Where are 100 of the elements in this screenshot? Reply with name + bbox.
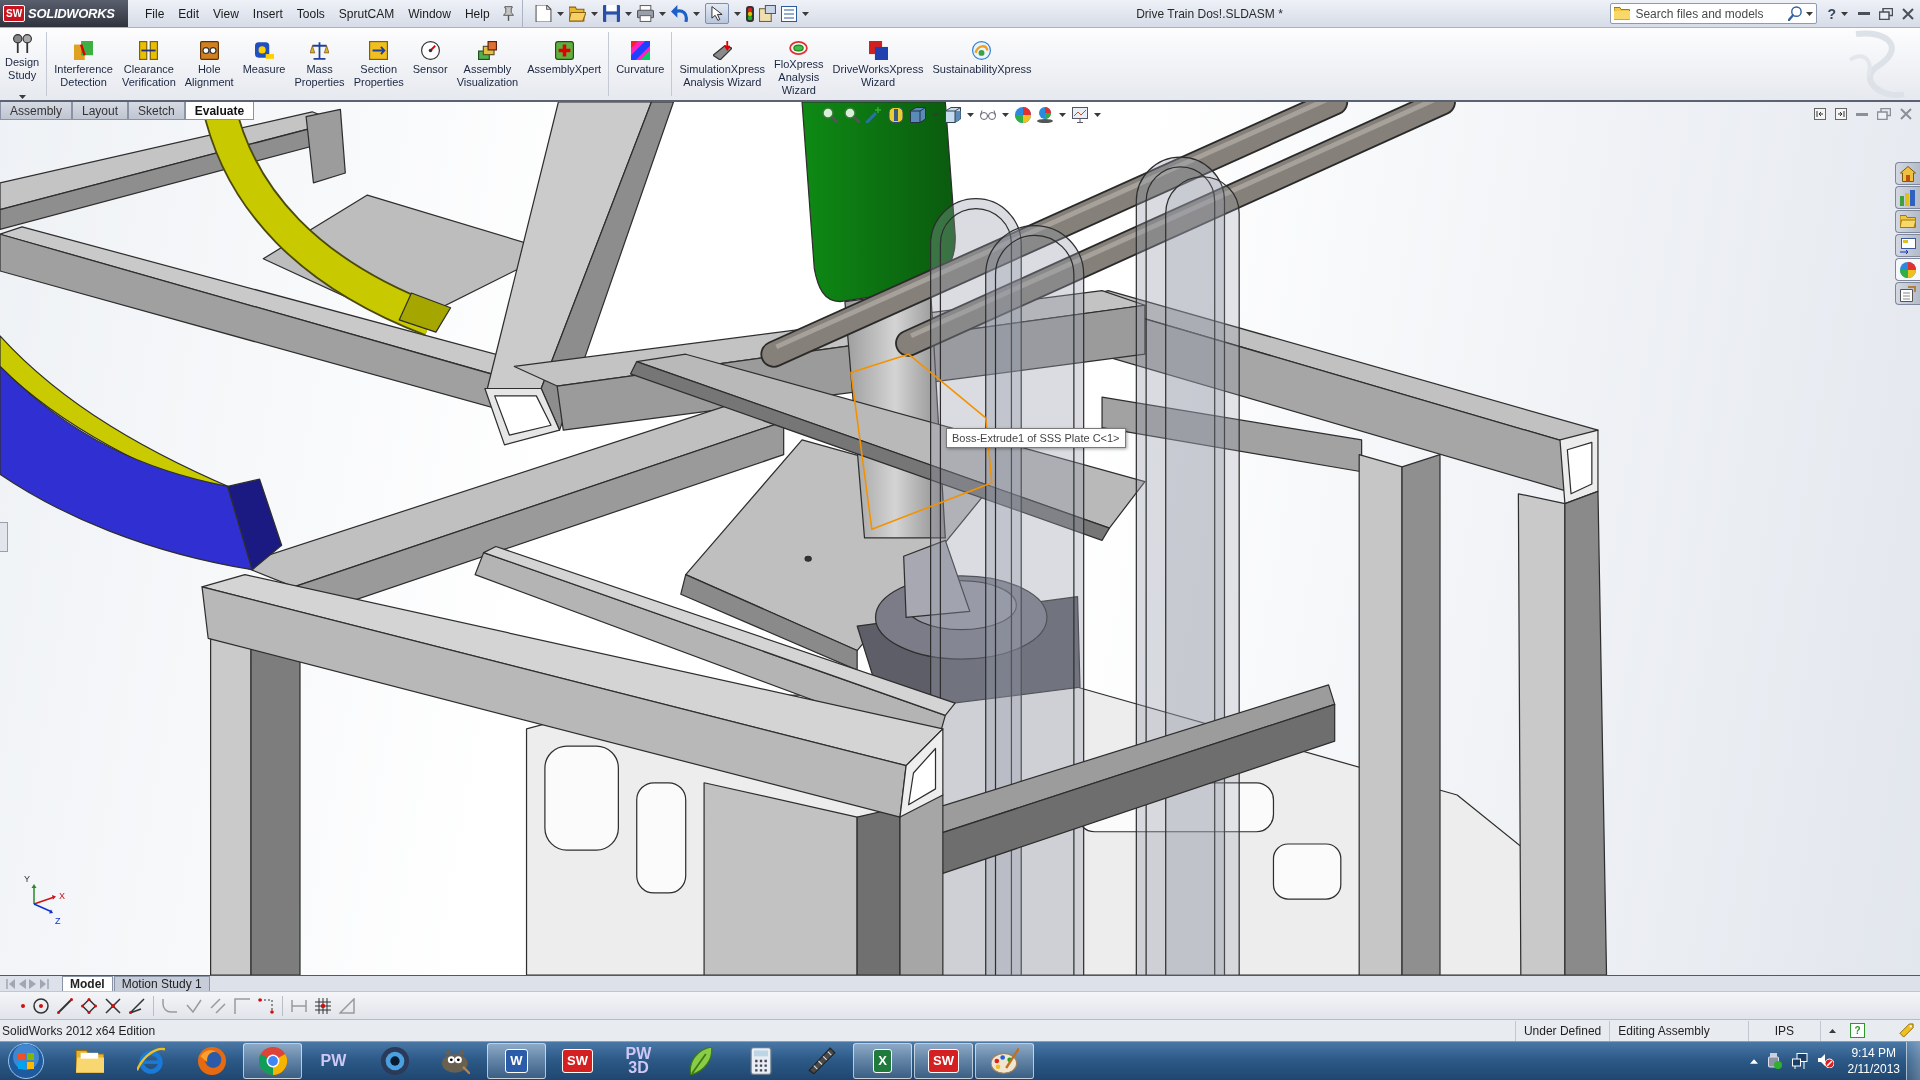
task-pane-tab[interactable] xyxy=(1895,162,1920,185)
menu-item[interactable]: Tools xyxy=(289,4,332,23)
tile-horizontal-icon[interactable] xyxy=(1814,108,1826,120)
command-button[interactable]: SustainabilityXpress xyxy=(929,28,1035,76)
line-icon[interactable] xyxy=(57,997,73,1014)
cube-icon[interactable] xyxy=(910,107,926,123)
caret-icon[interactable] xyxy=(733,11,741,16)
dotted-corner-icon[interactable] xyxy=(258,997,274,1014)
color-ball-icon[interactable] xyxy=(1015,107,1031,123)
taskbar-button[interactable]: W xyxy=(487,1043,546,1079)
menu-item[interactable]: Edit xyxy=(171,4,207,23)
open-folder-icon[interactable] xyxy=(568,5,586,22)
start-orb-icon[interactable] xyxy=(8,1043,44,1079)
help-button[interactable]: ? xyxy=(1827,4,1836,23)
document-window-icon[interactable] xyxy=(758,5,776,22)
new-document-icon[interactable] xyxy=(534,5,552,22)
speaker-muted-icon[interactable] xyxy=(1817,1054,1834,1068)
command-button[interactable]: FloXpress Analysis Wizard xyxy=(771,28,827,97)
minimize-icon[interactable] xyxy=(1856,112,1868,116)
command-tab[interactable]: Evaluate xyxy=(184,102,255,120)
taskbar-button[interactable]: SW xyxy=(914,1043,973,1079)
command-button[interactable]: Curvature xyxy=(613,28,668,76)
shaded-cube-icon[interactable] xyxy=(945,107,961,123)
caret-up-icon[interactable] xyxy=(1829,1028,1836,1033)
taskbar-button[interactable] xyxy=(975,1043,1034,1079)
task-pane-tab[interactable] xyxy=(1895,258,1920,281)
tag-icon[interactable] xyxy=(1899,1023,1914,1038)
caret-icon[interactable] xyxy=(692,11,700,16)
caret-up-icon[interactable] xyxy=(1749,1058,1758,1064)
caret-icon[interactable] xyxy=(1002,113,1009,117)
command-button[interactable]: Sensor xyxy=(409,28,451,76)
pushpin-icon[interactable] xyxy=(502,6,514,21)
task-pane-tab[interactable] xyxy=(1895,186,1920,209)
glasses-icon[interactable] xyxy=(980,110,996,120)
taskbar-button[interactable]: SW xyxy=(548,1043,607,1079)
model-tab[interactable]: Motion Study 1 xyxy=(113,976,210,991)
taskbar-button[interactable]: PW xyxy=(304,1043,363,1079)
search-field[interactable]: Search files and models xyxy=(1610,3,1818,24)
caret-icon[interactable] xyxy=(590,11,598,16)
command-tab[interactable]: Assembly xyxy=(0,102,72,120)
model-tab[interactable]: Model xyxy=(62,976,113,991)
caret-icon[interactable] xyxy=(1094,113,1101,117)
check-icon[interactable] xyxy=(186,998,202,1013)
undo-arrow-icon[interactable] xyxy=(670,5,688,22)
usb-drive-icon[interactable] xyxy=(1767,1053,1782,1069)
grid-icon[interactable] xyxy=(315,997,331,1014)
angle-lines-icon[interactable] xyxy=(129,997,145,1014)
command-button[interactable]: Mass Properties xyxy=(291,28,348,89)
monitor-icon[interactable] xyxy=(1072,107,1088,123)
taskbar-button[interactable]: X xyxy=(853,1043,912,1079)
task-pane-tab[interactable] xyxy=(1895,234,1920,257)
menu-item[interactable]: Help xyxy=(457,4,497,23)
menu-item[interactable]: View xyxy=(206,4,246,23)
command-button[interactable]: SimulationXpress Analysis Wizard xyxy=(676,28,769,89)
command-button[interactable]: DriveWorksXpress Wizard xyxy=(829,28,927,89)
scene-ball-icon[interactable] xyxy=(1037,107,1053,123)
search-icon[interactable] xyxy=(1788,6,1804,21)
tile-vertical-icon[interactable] xyxy=(1835,108,1847,120)
command-button[interactable]: Interference Detection xyxy=(51,28,116,89)
traffic-light-icon[interactable] xyxy=(745,5,754,22)
close-icon[interactable] xyxy=(1902,7,1914,20)
caret-icon[interactable] xyxy=(658,11,666,16)
caret-icon[interactable] xyxy=(801,11,809,16)
target-icon[interactable] xyxy=(33,997,49,1014)
clock-date[interactable]: 2/11/2013 xyxy=(1847,1061,1900,1077)
network-icon[interactable] xyxy=(1791,1053,1808,1069)
show-desktop-button[interactable] xyxy=(1906,1042,1920,1080)
list-window-icon[interactable] xyxy=(780,5,797,22)
menu-item[interactable]: Window xyxy=(401,4,458,23)
menu-item[interactable]: File xyxy=(138,4,172,23)
panel-handle[interactable] xyxy=(0,522,8,552)
command-button[interactable]: Hole Alignment xyxy=(181,28,237,89)
task-pane-tab[interactable] xyxy=(1895,282,1920,305)
caret-icon[interactable] xyxy=(1841,11,1848,16)
command-button[interactable]: Clearance Verification xyxy=(118,28,179,89)
restore-icon[interactable] xyxy=(1879,7,1893,20)
command-tab[interactable]: Layout xyxy=(72,102,129,120)
caret-icon[interactable] xyxy=(967,113,974,117)
command-button[interactable]: Design Study xyxy=(2,28,43,99)
menu-item[interactable]: Insert xyxy=(245,4,290,23)
diamond-icon[interactable] xyxy=(81,997,97,1014)
menu-item[interactable]: SprutCAM xyxy=(331,4,402,23)
clock-time[interactable]: 9:14 PM xyxy=(1851,1045,1897,1061)
command-button[interactable]: Assembly Visualization xyxy=(453,28,522,89)
taskbar-button[interactable]: PW 3D xyxy=(609,1043,668,1079)
command-button[interactable]: Section Properties xyxy=(350,28,407,89)
caret-icon[interactable] xyxy=(1806,12,1814,16)
printer-icon[interactable] xyxy=(636,5,654,22)
magnifier-icon[interactable] xyxy=(844,107,860,123)
command-button[interactable]: AssemblyXpert xyxy=(524,28,605,76)
help-button[interactable]: ? xyxy=(1850,1023,1865,1038)
caret-icon[interactable] xyxy=(1059,113,1066,117)
command-tab[interactable]: Sketch xyxy=(128,102,185,120)
restore-icon[interactable] xyxy=(1877,108,1891,120)
crossed-lines-icon[interactable] xyxy=(105,997,121,1014)
section-cylinder-icon[interactable] xyxy=(888,107,904,123)
taskbar-button[interactable] xyxy=(243,1043,302,1079)
dot-icon[interactable] xyxy=(21,1003,25,1008)
magnifier-icon[interactable] xyxy=(822,107,838,123)
caret-icon[interactable] xyxy=(624,11,632,16)
